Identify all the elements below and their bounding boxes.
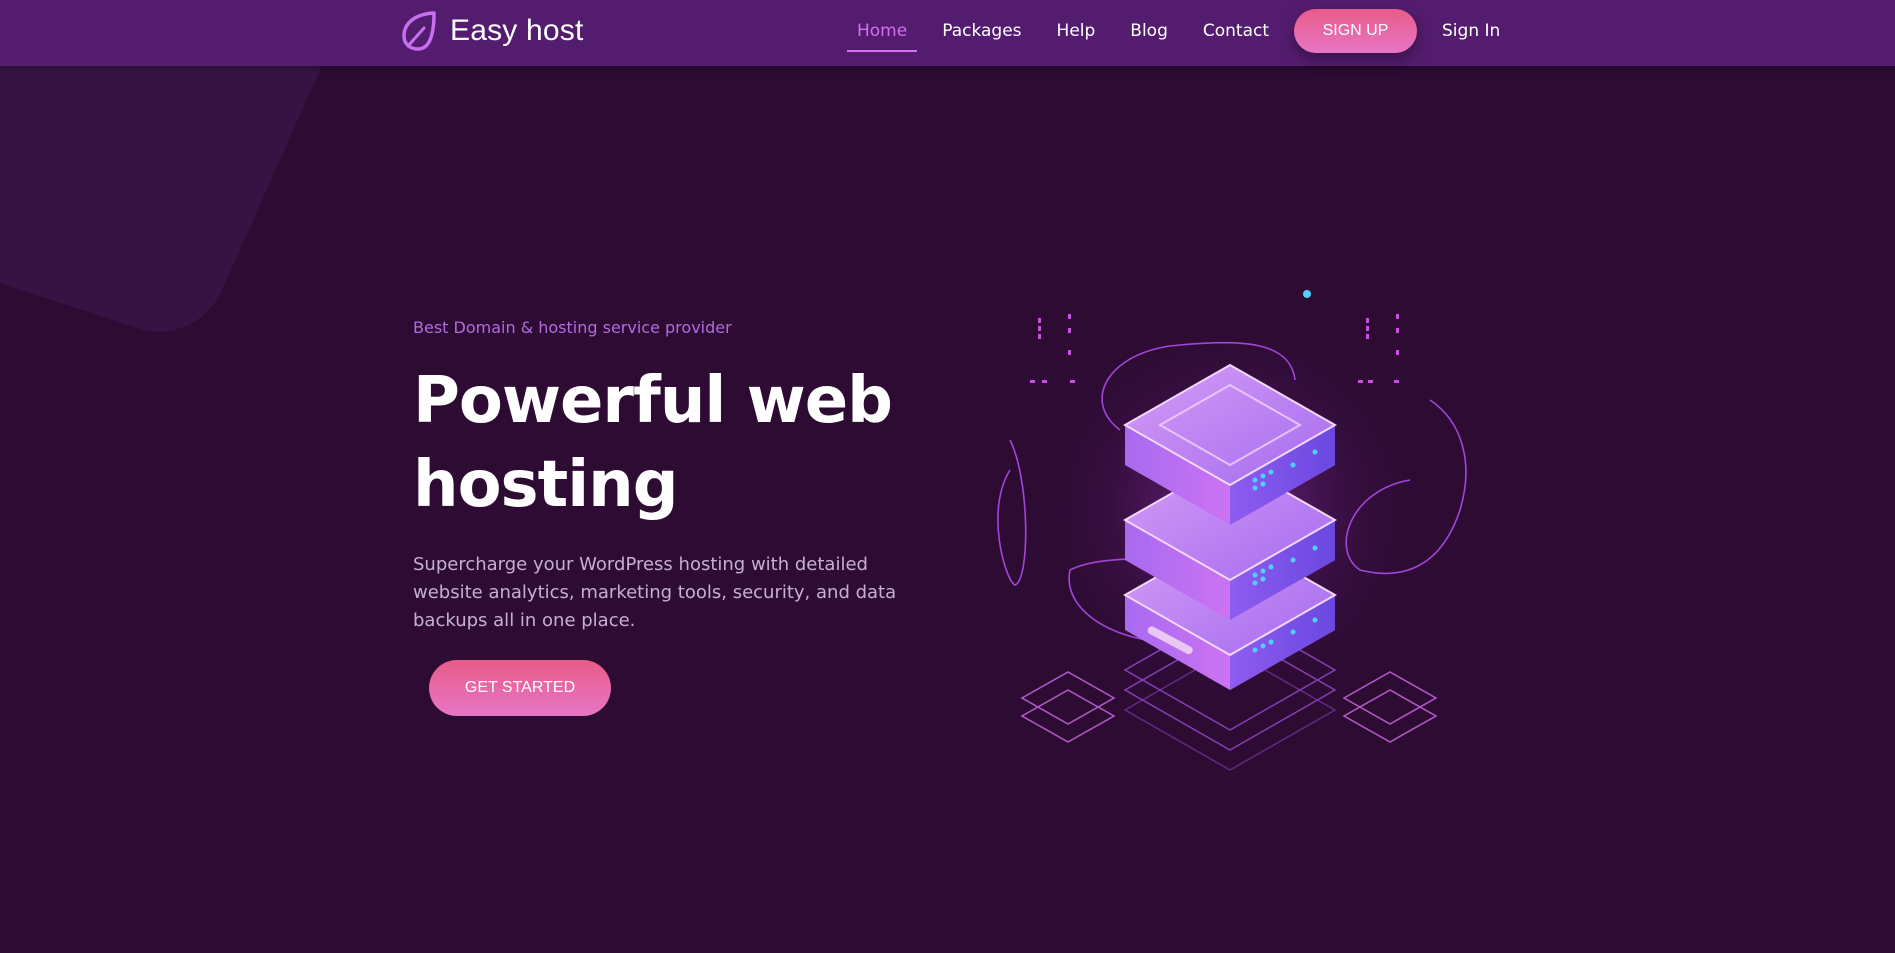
get-started-button[interactable]: GET STARTED [429, 660, 611, 716]
hero-title-line2: hosting [413, 448, 679, 522]
nav-contact[interactable]: Contact [1203, 21, 1269, 41]
nav-home[interactable]: Home [846, 21, 918, 52]
brand-logo[interactable]: Easy host [400, 10, 584, 52]
sparkle-dot [1303, 290, 1311, 298]
signup-button[interactable]: SIGN UP [1294, 9, 1418, 53]
hero-tagline: Best Domain & hosting service provider [413, 318, 732, 337]
navbar: Easy host Home Packages Help Blog Contac… [0, 0, 1895, 66]
nav-blog[interactable]: Blog [1130, 21, 1168, 41]
nav-packages[interactable]: Packages [942, 21, 1021, 41]
nav-help[interactable]: Help [1057, 21, 1096, 41]
server-stack-illustration [997, 290, 1467, 771]
hero-title-line1: Powerful web [413, 364, 893, 438]
main-nav: Home Packages Help Blog Contact SIGN UP … [846, 0, 1500, 62]
leaf-icon [402, 11, 436, 51]
hero-title: Powerful web hosting [413, 359, 933, 527]
signin-link[interactable]: Sign In [1442, 21, 1500, 41]
hero-section: Best Domain & hosting service provider P… [413, 318, 933, 635]
hero-description: Supercharge your WordPress hosting with … [413, 554, 897, 631]
brand-name: Easy host [450, 14, 584, 47]
